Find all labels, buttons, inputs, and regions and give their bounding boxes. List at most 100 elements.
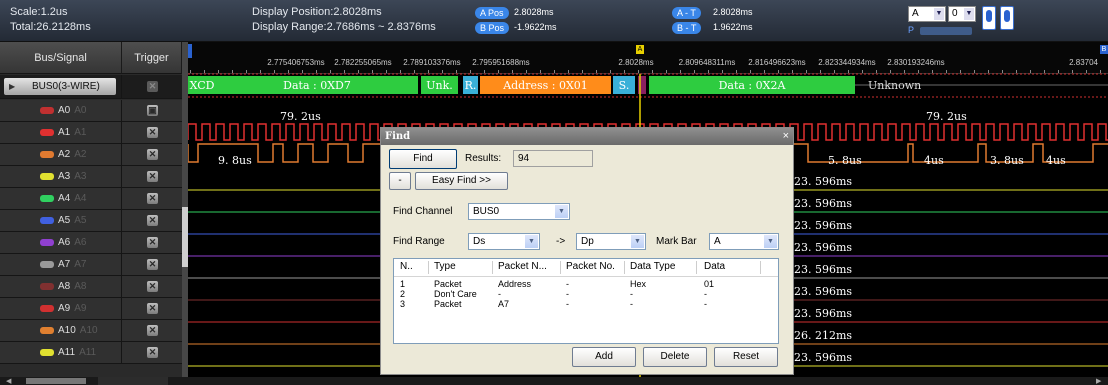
easy-find-button[interactable]: Easy Find >> <box>415 172 508 190</box>
table-header[interactable]: Type <box>434 261 456 272</box>
measurement-label: 23. 596ms <box>794 175 852 188</box>
probe-color-icon <box>40 129 54 136</box>
channel-name: A9 A9 <box>58 303 87 314</box>
find-conditions-table[interactable]: N.. Type Packet N... Packet No. Data Type Dat… <box>393 258 779 344</box>
bus-segment-label: Data : 0X2A <box>719 79 787 92</box>
probe-color-icon <box>40 239 54 246</box>
trigger-checkbox[interactable]: ✕ <box>147 259 158 270</box>
trigger-checkbox[interactable]: ✕ <box>147 237 158 248</box>
probe-color-icon <box>40 261 54 268</box>
channel-name: A8 A8 <box>58 281 87 292</box>
column-divider[interactable] <box>428 261 429 274</box>
trigger-disabled-icon[interactable]: ✕ <box>147 81 158 92</box>
b-pos-value: -1.9622ms <box>514 22 557 32</box>
horizontal-scrollbar[interactable]: ◀ ▶ <box>0 377 1108 385</box>
table-header[interactable]: Packet N... <box>498 261 547 272</box>
trigger-checkbox[interactable]: ✕ <box>147 303 158 314</box>
find-channel-select[interactable]: BUS0 ▼ <box>468 203 570 220</box>
collapse-button[interactable]: - <box>389 172 411 190</box>
marker-pin-icon[interactable] <box>1000 6 1014 30</box>
trigger-checkbox[interactable]: ✕ <box>147 127 158 138</box>
trigger-checkbox[interactable]: ▣ <box>147 105 158 116</box>
scale-readout: Scale:1.2us <box>10 6 68 18</box>
column-divider[interactable] <box>560 261 561 274</box>
find-channel-label: Find Channel <box>393 206 453 217</box>
table-cell: Address <box>498 279 532 289</box>
table-row[interactable]: 2 Don't Care - - - - <box>394 289 778 299</box>
table-cell: 2 <box>400 289 406 299</box>
channel-row[interactable]: A10 A10 ✕ <box>0 320 182 342</box>
chevron-down-icon: ▼ <box>964 8 974 20</box>
measurement-label: 5. 8us <box>828 154 862 167</box>
table-header[interactable]: Data Type <box>630 261 675 272</box>
trigger-checkbox[interactable]: ✕ <box>147 149 158 160</box>
range-to-select[interactable]: Dp ▼ <box>576 233 646 250</box>
find-button[interactable]: Find <box>389 149 457 169</box>
channel-row[interactable]: A5 A5 ✕ <box>0 210 182 232</box>
table-header[interactable]: Packet No. <box>566 261 615 272</box>
table-row[interactable]: 1 Packet Address - Hex 01 <box>394 279 778 289</box>
b-pos-tag[interactable]: B Pos <box>475 22 510 34</box>
add-button[interactable]: Add <box>572 347 636 367</box>
cursor-bar-icon[interactable] <box>982 6 996 30</box>
column-divider[interactable] <box>696 261 697 274</box>
delete-button[interactable]: Delete <box>643 347 707 367</box>
trigger-checkbox[interactable]: ✕ <box>147 347 158 358</box>
channel-name: A7 A7 <box>58 259 87 270</box>
measurement-label: 4us <box>1046 154 1066 167</box>
trigger-checkbox[interactable]: ✕ <box>147 281 158 292</box>
mark-bar-select[interactable]: A ▼ <box>709 233 779 250</box>
results-field: 94 <box>513 150 593 167</box>
scroll-left-icon[interactable]: ◀ <box>6 377 16 385</box>
channel-row[interactable]: A3 A3 ✕ <box>0 166 182 188</box>
channel-row[interactable]: A11 A11 ✕ <box>0 342 182 364</box>
reset-button[interactable]: Reset <box>714 347 778 367</box>
table-cell: - <box>498 289 501 299</box>
channel-row[interactable]: A2 A2 ✕ <box>0 144 182 166</box>
table-row[interactable]: 3 Packet A7 - - - <box>394 299 778 309</box>
channel-row[interactable]: A0 A0 ▣ <box>0 100 182 122</box>
table-header[interactable]: N.. <box>400 261 413 272</box>
scroll-controls[interactable] <box>98 377 168 385</box>
table-header[interactable]: Data <box>704 261 725 272</box>
trigger-checkbox[interactable]: ✕ <box>147 325 158 336</box>
expand-arrow-icon[interactable]: ▶ <box>9 78 15 95</box>
trigger-column-header[interactable]: Trigger <box>122 42 182 74</box>
channel-row[interactable]: A9 A9 ✕ <box>0 298 182 320</box>
table-cell: - <box>566 299 569 309</box>
scroll-thumb[interactable] <box>26 378 86 384</box>
channel-name: A10 A10 <box>58 325 98 336</box>
find-dialog-title[interactable]: Find <box>381 128 793 145</box>
header-divider <box>394 276 778 277</box>
a-t-tag[interactable]: A - T <box>672 7 701 19</box>
bus-signal-column-header[interactable]: Bus/Signal <box>0 42 122 74</box>
cursor-index-select[interactable]: 0 ▼ <box>948 6 976 22</box>
trigger-checkbox[interactable]: ✕ <box>147 193 158 204</box>
signal-list-panel: Bus/Signal Trigger ▶ BUS0(3-WIRE) ✕ A0 A0 ▣… <box>0 42 182 385</box>
column-divider[interactable] <box>492 261 493 274</box>
measurement-label: 4us <box>924 154 944 167</box>
p-slider[interactable] <box>920 27 972 35</box>
trigger-checkbox[interactable]: ✕ <box>147 215 158 226</box>
b-t-tag[interactable]: B - T <box>672 22 702 34</box>
bus-segment-label: Data : 0XD7 <box>283 79 351 92</box>
cursor-select[interactable]: A ▼ <box>908 6 946 22</box>
channel-row[interactable]: A1 A1 ✕ <box>0 122 182 144</box>
probe-color-icon <box>40 349 54 356</box>
column-divider[interactable] <box>624 261 625 274</box>
channel-row[interactable]: A6 A6 ✕ <box>0 232 182 254</box>
total-readout: Total:26.2128ms <box>10 21 91 33</box>
scroll-right-icon[interactable]: ▶ <box>1096 377 1106 385</box>
trigger-checkbox[interactable]: ✕ <box>147 171 158 182</box>
bus-row[interactable]: ▶ BUS0(3-WIRE) ✕ <box>0 75 182 99</box>
channel-row[interactable]: A8 A8 ✕ <box>0 276 182 298</box>
bus-name-box[interactable]: ▶ BUS0(3-WIRE) <box>4 78 116 95</box>
column-divider[interactable] <box>760 261 761 274</box>
channel-row[interactable]: A7 A7 ✕ <box>0 254 182 276</box>
channel-name: A2 A2 <box>58 149 87 160</box>
a-pos-tag[interactable]: A Pos <box>475 7 509 19</box>
range-from-select[interactable]: Ds ▼ <box>468 233 540 250</box>
bus-segment-label: Unknown <box>868 79 921 92</box>
close-icon[interactable]: × <box>783 128 789 145</box>
channel-row[interactable]: A4 A4 ✕ <box>0 188 182 210</box>
